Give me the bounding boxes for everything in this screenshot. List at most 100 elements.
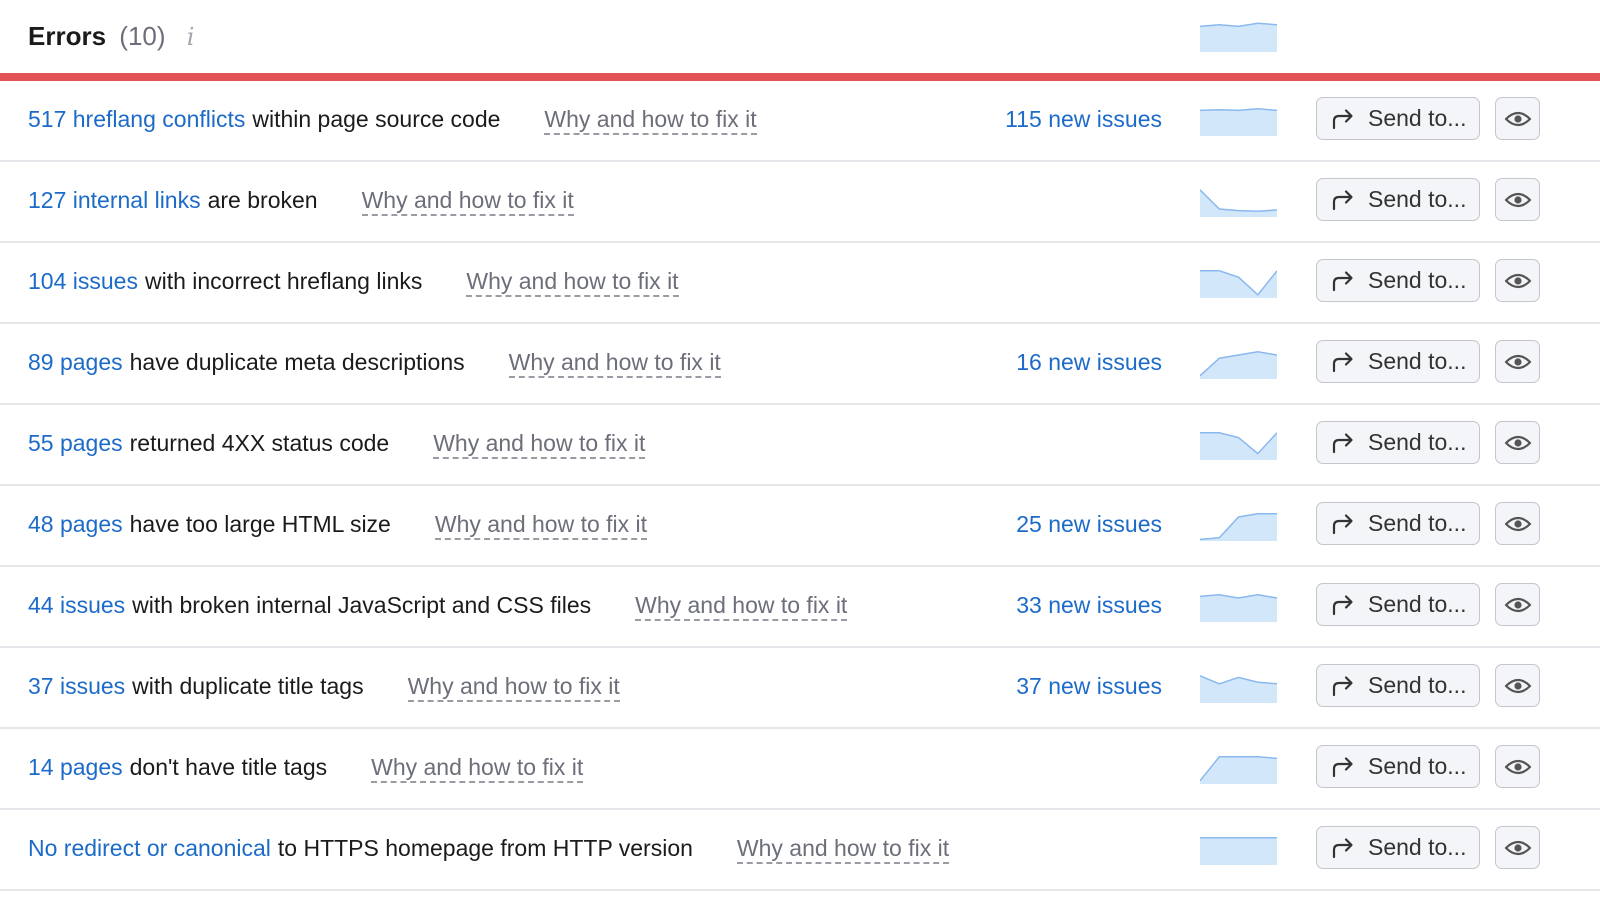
new-issues-link[interactable]: 16 new issues — [1016, 346, 1162, 378]
why-how-to-fix-link[interactable]: Why and how to fix it — [433, 430, 646, 459]
issue-count-link[interactable]: 517 hreflang conflicts — [28, 103, 245, 135]
send-to-button[interactable]: Send to... — [1316, 664, 1480, 707]
new-issues-link[interactable]: 37 new issues — [1016, 670, 1162, 702]
new-issues-link[interactable]: 25 new issues — [1016, 508, 1162, 540]
why-how-to-fix-link[interactable]: Why and how to fix it — [544, 106, 757, 135]
issue-trend-sparkline — [1200, 432, 1277, 460]
share-arrow-icon — [1332, 837, 1353, 858]
issue-count-link[interactable]: No redirect or canonical — [28, 832, 271, 864]
error-row: 55 pages returned 4XX status code Why an… — [0, 405, 1600, 486]
why-how-to-fix-link[interactable]: Why and how to fix it — [434, 511, 648, 540]
error-row: 44 issues with broken internal JavaScrip… — [0, 567, 1600, 648]
error-row: 14 pages don't have title tags Why and h… — [0, 729, 1600, 810]
view-issue-button[interactable] — [1495, 583, 1540, 626]
issue-description-text: have duplicate meta descriptions — [129, 349, 465, 375]
error-description: 37 issues with duplicate title tags Why … — [28, 670, 620, 702]
why-how-to-fix-link[interactable]: Why and how to fix it — [466, 268, 679, 297]
issue-trend-sparkline — [1200, 594, 1277, 622]
issue-description-text: with broken internal JavaScript and CSS … — [132, 592, 592, 618]
error-description: 104 issues with incorrect hreflang links… — [28, 265, 679, 297]
view-issue-button[interactable] — [1495, 502, 1540, 545]
issue-trend-sparkline — [1200, 270, 1277, 298]
send-to-label: Send to... — [1368, 267, 1467, 293]
issue-count-link[interactable]: 55 pages — [28, 427, 123, 459]
send-to-label: Send to... — [1368, 348, 1467, 374]
view-issue-button[interactable] — [1495, 745, 1540, 788]
share-arrow-icon — [1332, 351, 1353, 372]
send-to-label: Send to... — [1368, 672, 1467, 698]
why-how-to-fix-link[interactable]: Why and how to fix it — [407, 673, 620, 702]
share-arrow-icon — [1332, 756, 1353, 777]
issue-trend-sparkline — [1200, 837, 1277, 865]
error-description: 55 pages returned 4XX status code Why an… — [28, 427, 646, 459]
error-description: 14 pages don't have title tags Why and h… — [28, 751, 584, 783]
errors-count: (10) — [119, 21, 166, 51]
eye-icon — [1504, 354, 1531, 369]
view-issue-button[interactable] — [1495, 340, 1540, 383]
why-how-to-fix-link[interactable]: Why and how to fix it — [635, 592, 848, 621]
errors-title: Errors — [28, 21, 107, 51]
send-to-button[interactable]: Send to... — [1316, 502, 1480, 545]
issue-count-link[interactable]: 104 issues — [28, 265, 138, 297]
issue-count-link[interactable]: 14 pages — [28, 751, 123, 783]
send-to-button[interactable]: Send to... — [1316, 421, 1480, 464]
share-arrow-icon — [1332, 513, 1353, 534]
new-issues-link[interactable]: 115 new issues — [1005, 103, 1162, 135]
send-to-button[interactable]: Send to... — [1316, 259, 1480, 302]
sparkline-area — [1200, 594, 1277, 622]
issue-count-link[interactable]: 44 issues — [28, 589, 125, 621]
errors-list: 517 hreflang conflicts within page sourc… — [0, 81, 1600, 891]
issue-trend-sparkline — [1200, 108, 1277, 136]
issue-description-text: have too large HTML size — [129, 511, 391, 537]
issue-description-text: with duplicate title tags — [132, 673, 364, 699]
view-issue-button[interactable] — [1495, 664, 1540, 707]
error-description: 48 pages have too large HTML size Why an… — [28, 508, 648, 540]
share-arrow-icon — [1332, 189, 1353, 210]
send-to-button[interactable]: Send to... — [1316, 745, 1480, 788]
issue-description-text: returned 4XX status code — [129, 430, 390, 456]
send-to-button[interactable]: Send to... — [1316, 583, 1480, 626]
view-issue-button[interactable] — [1495, 259, 1540, 302]
share-arrow-icon — [1332, 270, 1353, 291]
eye-icon — [1504, 840, 1531, 855]
view-issue-button[interactable] — [1495, 97, 1540, 140]
why-how-to-fix-link[interactable]: Why and how to fix it — [508, 349, 721, 378]
issue-count-link[interactable]: 127 internal links — [28, 184, 201, 216]
issue-description-text: within page source code — [252, 106, 501, 132]
view-issue-button[interactable] — [1495, 178, 1540, 221]
issue-trend-sparkline — [1200, 513, 1277, 541]
share-arrow-icon — [1332, 594, 1353, 615]
sparkline-area — [1200, 189, 1277, 217]
errors-panel: Errors (10) i 517 hreflang conflicts wit… — [0, 0, 1600, 909]
error-description: 44 issues with broken internal JavaScrip… — [28, 589, 848, 621]
view-issue-button[interactable] — [1495, 421, 1540, 464]
why-how-to-fix-link[interactable]: Why and how to fix it — [736, 835, 950, 864]
errors-title-group: Errors (10) i — [28, 19, 194, 54]
issue-count-link[interactable]: 37 issues — [28, 670, 125, 702]
issue-trend-sparkline — [1200, 351, 1277, 379]
error-description: No redirect or canonical to HTTPS homepa… — [28, 832, 950, 864]
issue-description-text: are broken — [207, 187, 318, 213]
sparkline-line — [1200, 108, 1277, 112]
sparkline-area — [1200, 756, 1277, 784]
new-issues-link[interactable]: 33 new issues — [1016, 589, 1162, 621]
send-to-button[interactable]: Send to... — [1316, 826, 1480, 869]
send-to-label: Send to... — [1368, 510, 1467, 536]
issue-count-link[interactable]: 89 pages — [28, 346, 123, 378]
view-issue-button[interactable] — [1495, 826, 1540, 869]
eye-icon — [1504, 192, 1531, 207]
info-icon[interactable]: i — [187, 20, 195, 54]
why-how-to-fix-link[interactable]: Why and how to fix it — [371, 754, 584, 783]
error-row: 127 internal links are broken Why and ho… — [0, 162, 1600, 243]
eye-icon — [1504, 678, 1531, 693]
send-to-button[interactable]: Send to... — [1316, 340, 1480, 383]
issue-description-text: to HTTPS homepage from HTTP version — [277, 835, 693, 861]
send-to-button[interactable]: Send to... — [1316, 97, 1480, 140]
sparkline-area — [1200, 108, 1277, 136]
send-to-button[interactable]: Send to... — [1316, 178, 1480, 221]
send-to-label: Send to... — [1368, 591, 1467, 617]
send-to-label: Send to... — [1368, 105, 1467, 131]
issue-count-link[interactable]: 48 pages — [28, 508, 123, 540]
why-how-to-fix-link[interactable]: Why and how to fix it — [361, 187, 574, 216]
eye-icon — [1504, 597, 1531, 612]
